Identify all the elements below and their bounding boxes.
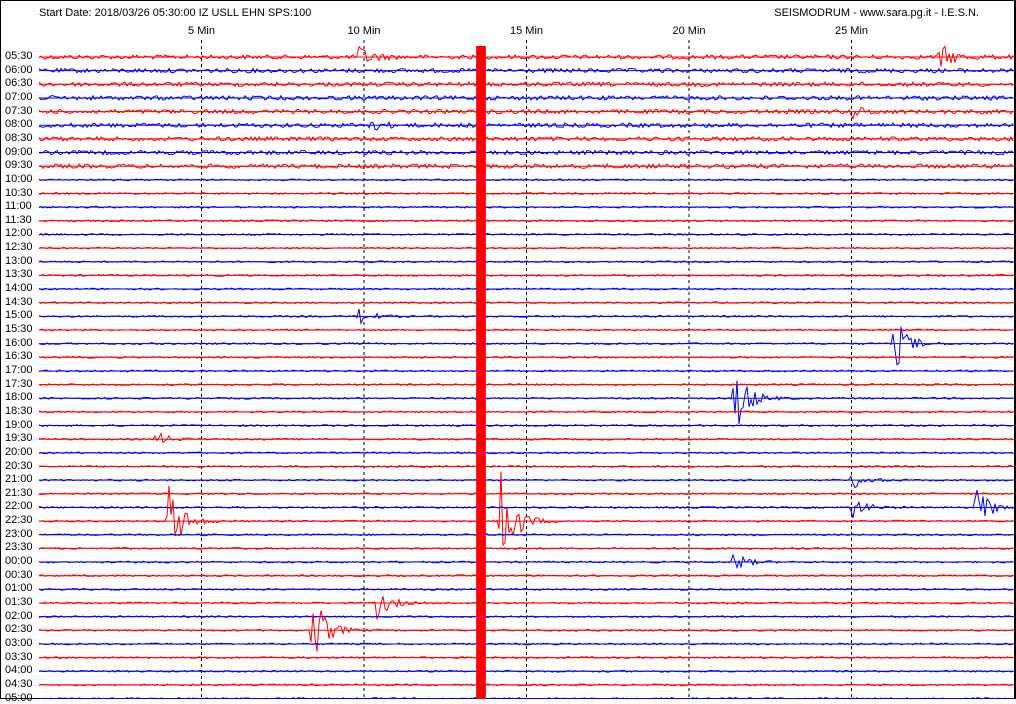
seismogram-plot	[38, 40, 1014, 699]
trace-row-0530	[38, 45, 1014, 67]
trace-row-0730	[38, 106, 1014, 121]
trace-row-0800	[38, 120, 1014, 131]
saturated-event-band	[476, 46, 486, 699]
